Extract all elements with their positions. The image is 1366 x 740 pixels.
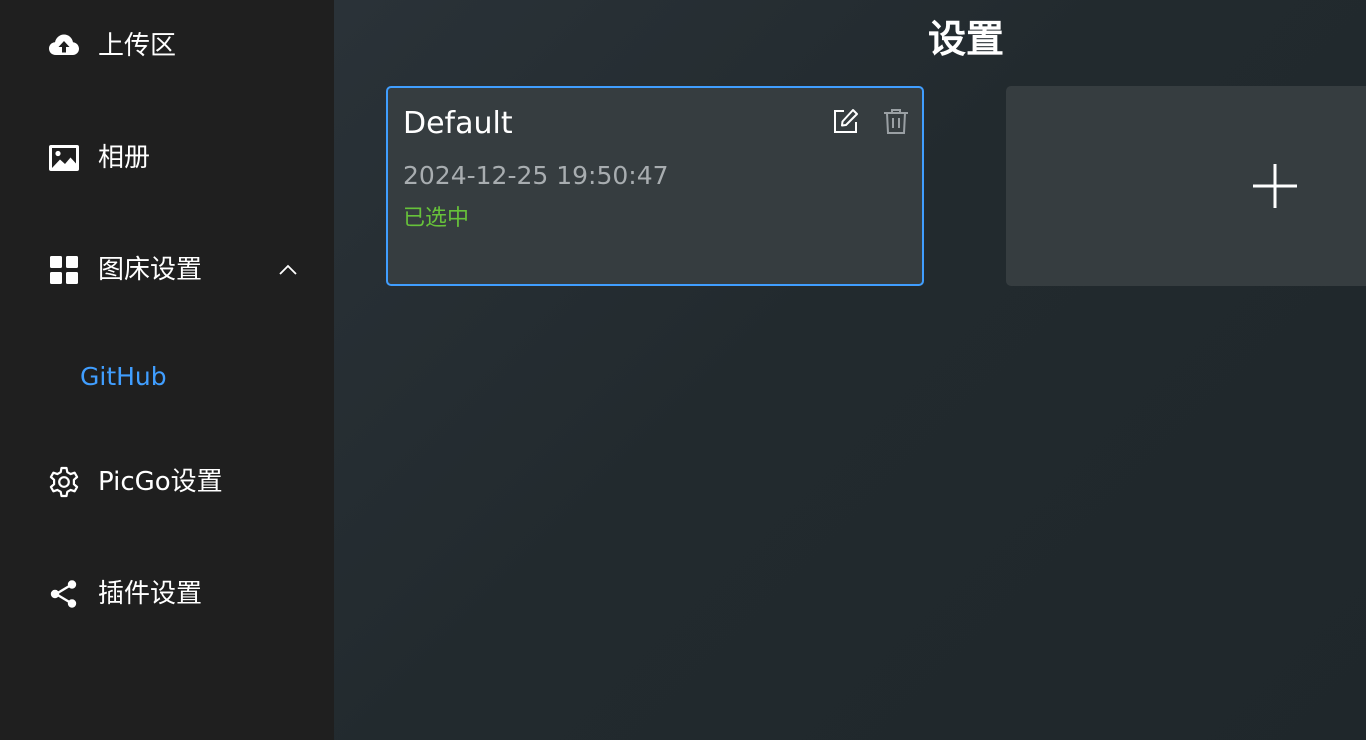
sidebar-item-label: PicGo设置: [98, 467, 223, 497]
main-panel: 设置 Default 2024-12-25 19:50:47 已选中: [334, 0, 1366, 740]
selected-status: 已选中: [403, 206, 470, 231]
sidebar-item-picgo-settings[interactable]: PicGo设置: [0, 454, 334, 510]
delete-icon[interactable]: [881, 106, 911, 136]
sidebar-item-label: 插件设置: [98, 579, 203, 609]
sidebar-subitem-github[interactable]: GitHub: [0, 352, 340, 402]
sidebar-item-image-host-settings[interactable]: 图床设置: [0, 242, 334, 298]
sidebar-subitem-label: GitHub: [80, 362, 167, 391]
gear-icon: [47, 465, 81, 499]
config-card[interactable]: Default 2024-12-25 19:50:47 已选中: [386, 86, 924, 286]
add-config-card[interactable]: [1006, 86, 1366, 286]
sidebar-item-upload[interactable]: 上传区: [0, 18, 334, 74]
sidebar-item-label: 上传区: [98, 31, 177, 61]
config-date: 2024-12-25 19:50:47: [403, 161, 669, 190]
edit-icon[interactable]: [830, 106, 860, 136]
cloud-upload-icon: [47, 29, 81, 63]
image-icon: [47, 141, 81, 175]
sidebar-item-album[interactable]: 相册: [0, 130, 334, 186]
app-window: 上传区 相册 图床设置 GitHub PicGo设置 插件设置 设置 Defau…: [0, 0, 1366, 740]
plus-icon: [1253, 164, 1297, 208]
sidebar-item-plugin-settings[interactable]: 插件设置: [0, 566, 334, 622]
chevron-up-icon: [279, 264, 297, 275]
share-icon: [47, 577, 81, 611]
grid-icon: [47, 253, 81, 287]
sidebar-item-label: 相册: [98, 143, 151, 173]
page-title: 设置: [927, 17, 1004, 61]
sidebar: 上传区 相册 图床设置 GitHub PicGo设置 插件设置: [0, 0, 340, 740]
sidebar-item-label: 图床设置: [98, 255, 203, 285]
config-name: Default: [403, 106, 513, 141]
